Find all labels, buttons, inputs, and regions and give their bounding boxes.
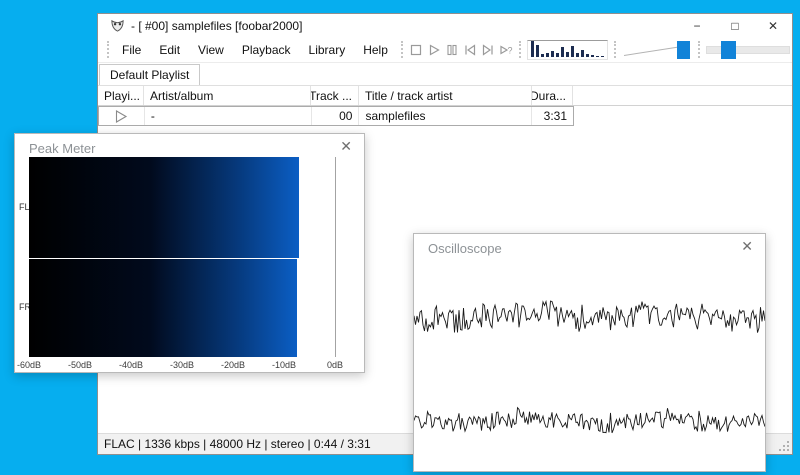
peak-meter-window: Peak Meter ✕ FL FR -60dB -50dB -40dB -30… (14, 133, 365, 373)
titlebar[interactable]: - [ #00] samplefiles [foobar2000] − □ ✕ (98, 14, 792, 37)
playlist-row[interactable]: - 00 samplefiles 3:31 (98, 106, 574, 126)
column-header-playing[interactable]: Playi... (98, 86, 144, 105)
playlist-header: Playi... Artist/album Track ... Title / … (98, 85, 792, 106)
scale-tick: -60dB (16, 360, 42, 370)
scale-tick: 0dB (326, 360, 344, 370)
random-icon: ? (500, 44, 512, 55)
pause-icon (447, 44, 457, 55)
seek-slider[interactable] (705, 39, 790, 61)
title-cell: samplefiles (359, 107, 533, 125)
now-playing-cell (99, 107, 145, 125)
window-title: - [ #00] samplefiles [foobar2000] (131, 18, 303, 33)
column-header-track-number[interactable]: Track ... (311, 86, 359, 105)
stop-button[interactable] (407, 40, 425, 60)
play-icon (429, 43, 440, 56)
column-header-duration[interactable]: Dura... (532, 86, 573, 105)
toolbar-separator (613, 41, 616, 58)
minimize-button[interactable]: − (678, 14, 716, 37)
scale-tick: -30dB (169, 360, 195, 370)
stop-icon (410, 44, 422, 55)
random-button[interactable]: ? (497, 40, 515, 60)
scale-tick: -20dB (220, 360, 246, 370)
column-header-title-track-artist[interactable]: Title / track artist (359, 86, 532, 105)
toolbar-separator (107, 41, 109, 58)
artist-album-cell: - (145, 107, 312, 125)
oscilloscope-close-icon[interactable]: ✕ (741, 239, 753, 253)
toolbar-separator (400, 41, 403, 58)
previous-button[interactable] (461, 40, 479, 60)
tab-default-playlist[interactable]: Default Playlist (99, 64, 201, 85)
status-text: FLAC | 1336 kbps | 48000 Hz | stereo | 0… (104, 437, 371, 451)
track-number-cell: 00 (312, 107, 360, 125)
play-button[interactable] (425, 40, 443, 60)
scale-tick: -10dB (271, 360, 297, 370)
menu-library[interactable]: Library (300, 43, 355, 57)
menu-toolbar: File Edit View Playback Library Help ? (98, 37, 792, 63)
peak-meter-close-icon[interactable]: ✕ (340, 139, 352, 153)
foobar2000-app-icon (111, 19, 124, 32)
menu-playback[interactable]: Playback (233, 43, 300, 57)
peak-bar-fl (29, 157, 299, 258)
menu-file[interactable]: File (113, 43, 150, 57)
channel-label-fl: FL (19, 202, 30, 212)
peak-meter-title: Peak Meter (29, 141, 96, 156)
menu-edit[interactable]: Edit (150, 43, 189, 57)
scale-tick: -50dB (67, 360, 93, 370)
zero-db-line (335, 157, 336, 357)
scale-tick: -40dB (118, 360, 144, 370)
close-button[interactable]: ✕ (754, 14, 792, 37)
previous-icon (465, 43, 476, 56)
peak-bar-fr (29, 259, 297, 357)
next-icon (482, 43, 493, 56)
column-header-filler (573, 86, 792, 105)
next-button[interactable] (479, 40, 497, 60)
pause-button[interactable] (443, 40, 461, 60)
menu-help[interactable]: Help (354, 43, 397, 57)
seek-track[interactable] (705, 45, 790, 54)
toolbar-separator (697, 41, 700, 58)
maximize-button[interactable]: □ (716, 14, 754, 37)
oscilloscope-waveform (414, 299, 765, 434)
menu-view[interactable]: View (189, 43, 233, 57)
volume-slider[interactable] (622, 39, 692, 61)
oscilloscope-title: Oscilloscope (428, 241, 502, 256)
column-header-artist-album[interactable]: Artist/album (144, 86, 311, 105)
playlist-tabbar: Default Playlist (98, 63, 792, 85)
resize-grip[interactable] (777, 439, 790, 452)
playing-indicator-icon (116, 109, 128, 123)
oscilloscope-window: Oscilloscope ✕ (413, 233, 766, 472)
svg-text:?: ? (507, 45, 512, 55)
seek-handle[interactable] (720, 40, 736, 59)
volume-handle[interactable] (676, 40, 690, 59)
duration-cell: 3:31 (543, 109, 567, 123)
toolbar-separator (518, 41, 521, 58)
spectrum-visualizer[interactable] (526, 39, 608, 60)
